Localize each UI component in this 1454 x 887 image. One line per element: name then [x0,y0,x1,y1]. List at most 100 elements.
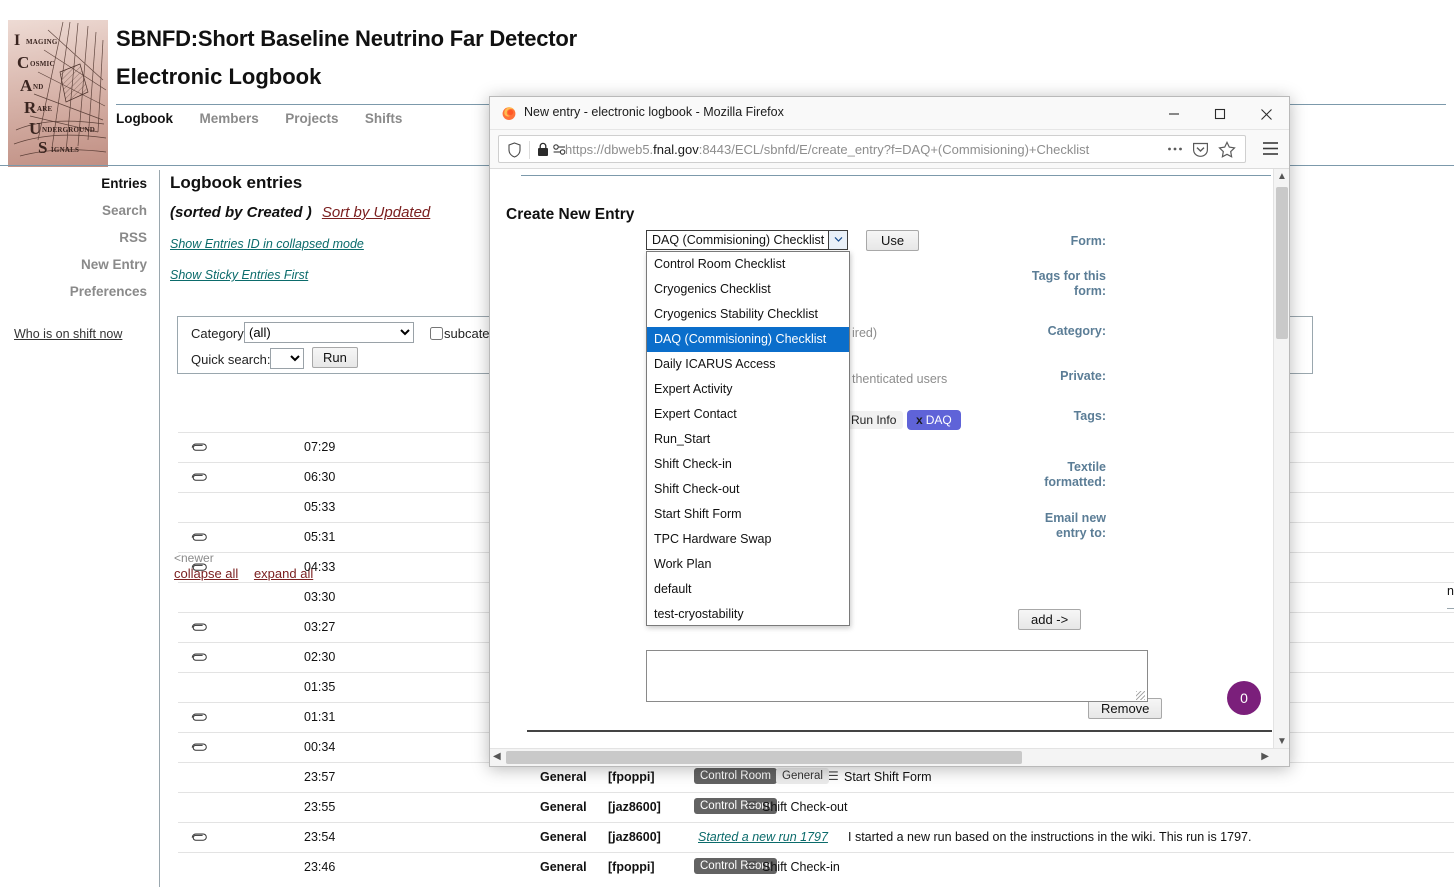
use-button[interactable]: Use [866,230,920,251]
entry-subject-input[interactable] [646,650,1148,702]
entry-time: 01:31 [304,710,336,724]
chip-daq-label: DAQ [925,413,952,427]
label-tags: Tags: [1073,409,1106,423]
quick-search-select[interactable] [270,348,304,369]
attachment-icon[interactable] [190,651,208,663]
entry-form-name[interactable]: Shift Check-out [762,800,847,814]
subcategory-checkbox[interactable] [430,327,443,340]
entry-form-name[interactable]: Shift Check-in [762,860,840,874]
nav-item-logbook[interactable]: Logbook [116,105,173,126]
run-button[interactable]: Run [312,347,358,368]
entry-time: 23:57 [304,770,336,784]
form-bottom-divider [527,730,1272,732]
show-entries-id-link[interactable]: Show Entries ID in collapsed mode [170,237,364,251]
form-option[interactable]: Start Shift Form [647,502,849,527]
logo-letter-a: A [20,76,33,95]
entry-time: 07:29 [304,440,336,454]
nav-item-shifts[interactable]: Shifts [365,105,403,126]
add-recipient-button[interactable]: add -> [1018,609,1082,630]
sorted-by-label: (sorted by Created ) [170,204,312,221]
form-option[interactable]: Shift Check-in [647,452,849,477]
chevron-down-glyph [834,236,842,242]
entry-category: General [540,830,587,844]
sidebar-item-preferences[interactable]: Preferences [0,278,159,305]
attachment-icon[interactable] [190,561,208,573]
form-option[interactable]: default [647,577,849,602]
chip-daq[interactable]: x DAQ [907,410,961,430]
form-option[interactable]: Expert Contact [647,402,849,427]
form-dropdown-options[interactable]: Control Room Checklist Cryogenics Checkli… [646,251,850,626]
entry-chip-secondary[interactable]: General [776,768,829,784]
form-option[interactable]: Expert Activity [647,377,849,402]
form-icon: ☰ [828,769,839,783]
required-fragment: ired) [852,326,878,340]
quick-search-label: Quick search: [191,352,271,367]
label-textile: Textile formatted: [1044,460,1106,489]
entry-time: 03:30 [304,590,336,604]
chip-run-info[interactable]: Run Info [844,411,904,429]
who-is-on-shift-link[interactable]: Who is on shift now [0,327,159,341]
logo-letter-u: U [29,119,42,138]
entry-user: [jaz8600] [608,800,661,814]
form-icon: ☰ [746,799,757,813]
entry-chip[interactable]: Control Room [694,768,777,784]
form-option[interactable]: Daily ICARUS Access [647,352,849,377]
logo-word-cosmic: OSMIC [30,60,55,68]
form-option[interactable]: Control Room Checklist [647,252,849,277]
site-title-line1: SBNFD:Short Baseline Neutrino Far Detect… [116,26,578,51]
table-row[interactable]: 23:46 General [fpoppi] Control Room ☰ Shift C… [178,852,1454,882]
form-option[interactable]: Run_Start [647,427,849,452]
resize-grip-icon[interactable] [1136,691,1145,700]
logo-word-signals: IGNALS [51,146,80,154]
icarus-logo: I MAGING C OSMIC A ND R ARE U NDERGROUND… [8,20,108,167]
chevron-down-icon[interactable] [828,231,847,249]
show-sticky-entries-link[interactable]: Show Sticky Entries First [170,268,308,282]
status-badge[interactable]: 0 [1227,681,1261,715]
sidebar-item-search[interactable]: Search [0,197,159,224]
attachment-icon[interactable] [190,471,208,483]
sidebar-item-entries[interactable]: Entries [0,170,159,197]
attachment-icon[interactable] [190,831,208,843]
attachment-icon[interactable] [190,711,208,723]
table-row[interactable]: 23:54 General [jaz8600] Started a new run 1… [178,822,1454,852]
table-row[interactable]: 23:55 General [jaz8600] Control Room ☰ Shift … [178,792,1454,822]
attachment-icon[interactable] [190,531,208,543]
form-select[interactable]: DAQ (Commisioning) Checklist [646,230,848,250]
sort-line: (sorted by Created ) Sort by Updated [170,204,430,221]
form-option[interactable]: Work Plan [647,552,849,577]
entry-user: [jaz8600] [608,830,661,844]
entry-run-text: I started a new run based on the instruc… [848,830,1252,844]
form-option[interactable]: TPC Hardware Swap [647,527,849,552]
dialog-form-layer: Create New Entry Form: Tags for this for… [489,96,1290,767]
form-option[interactable]: test-cryostability [647,602,849,627]
threaded-divider [1447,608,1454,609]
attachment-icon[interactable] [190,621,208,633]
entry-run-link[interactable]: Started a new run 1797 [698,830,828,844]
entry-time: 02:30 [304,650,336,664]
sidebar-item-rss[interactable]: RSS [0,224,159,251]
category-select[interactable]: (all) [244,322,414,343]
sidebar-item-new-entry[interactable]: New Entry [0,251,159,278]
chip-daq-remove-x[interactable]: x [916,413,923,427]
entry-form-name[interactable]: Start Shift Form [844,770,932,784]
entry-time: 23:55 [304,800,336,814]
attachment-icon[interactable] [190,741,208,753]
label-form: Form: [1070,234,1106,248]
logo-word-imaging: MAGING [26,38,58,46]
entry-time: 05:31 [304,530,336,544]
dialog-title: Create New Entry [506,206,635,223]
authenticated-users-fragment: thenticated users [852,372,948,386]
sort-by-updated-link[interactable]: Sort by Updated [322,204,430,221]
entry-time: 01:35 [304,680,336,694]
nav-item-projects[interactable]: Projects [285,105,338,126]
form-option[interactable]: DAQ (Commisioning) Checklist [647,327,849,352]
label-email-new-entry: Email new entry to: [1044,511,1106,540]
form-option[interactable]: Shift Check-out [647,477,849,502]
entry-time: 03:27 [304,620,336,634]
attachment-icon[interactable] [190,441,208,453]
nav-item-members[interactable]: Members [199,105,258,126]
form-option[interactable]: Cryogenics Checklist [647,277,849,302]
sidebar: Entries Search RSS New Entry Preferences… [0,170,160,887]
logo-word-and: ND [33,83,44,91]
form-option[interactable]: Cryogenics Stability Checklist [647,302,849,327]
